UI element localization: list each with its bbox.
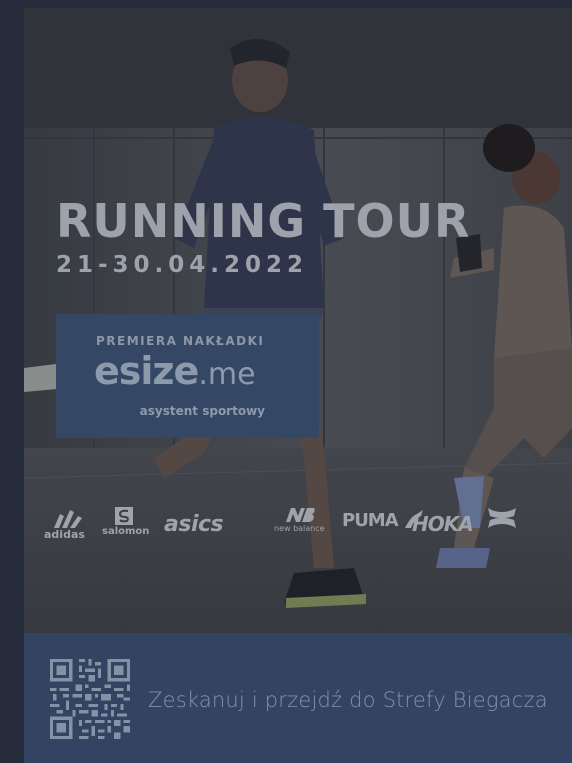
salomon-s-icon [115,507,133,525]
salomon-logo: salomon [102,506,150,537]
title-block: RUNNING TOUR 21-30.04.2022 [56,198,470,278]
esize-logo-main: esize [94,349,199,393]
adidas-stripes-icon [54,510,82,528]
cta-footer[interactable]: Zeskanuj i przejdź do Strefy Biegacza [24,633,572,763]
qr-code-icon[interactable] [50,659,130,739]
salomon-wordmark: salomon [102,526,150,537]
new-balance-wordmark: new balance [274,524,325,533]
event-date: 21-30.04.2022 [56,252,309,278]
esize-logo-suffix: .me [198,357,256,392]
event-title: RUNNING TOUR [56,194,471,248]
adidas-logo: adidas [44,508,88,541]
promo-card[interactable]: RUNNING TOUR 21-30.04.2022 PREMIERA NAKŁ… [24,8,572,763]
under-armour-logo-icon [488,508,516,528]
adidas-wordmark: adidas [44,528,85,541]
cta-text[interactable]: Zeskanuj i przejdź do Strefy Biegacza [148,688,548,712]
asics-logo: asics [164,512,224,537]
under-armour-logo [482,506,526,530]
banner-kicker: PREMIERA NAKŁADKI [96,334,265,348]
esize-banner: PREMIERA NAKŁADKI esize.me asystent spor… [56,314,319,438]
esize-logo: esize.me [94,352,256,390]
nb-icon [286,508,315,522]
hoka-logo: HOKA [412,512,474,536]
brand-logos-row: adidas salomon asics new balance PUMA HO… [44,506,544,542]
new-balance-logo: new balance [274,506,325,533]
puma-wordmark: PUMA [342,510,399,531]
banner-tagline: asystent sportowy [139,404,265,418]
